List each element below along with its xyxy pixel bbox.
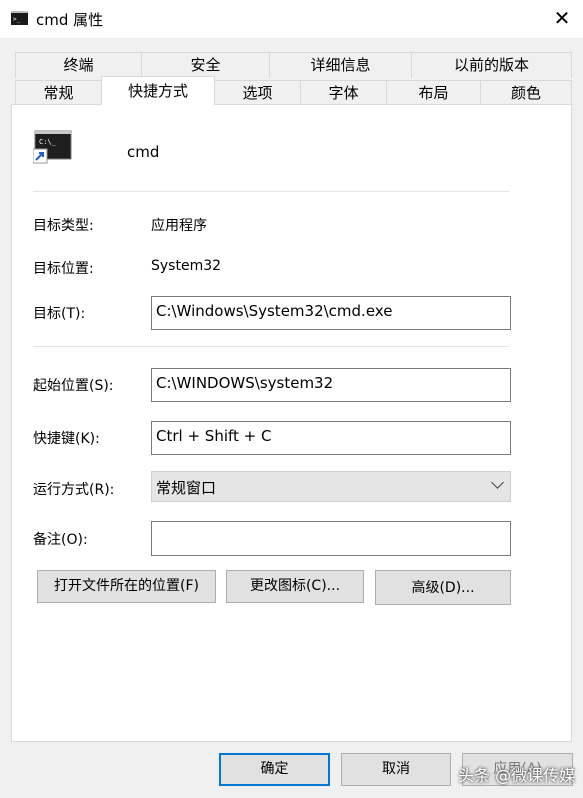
start-in-field[interactable]: C:\WINDOWS\system32: [151, 368, 511, 402]
divider: [33, 191, 509, 192]
tab-previous-versions[interactable]: 以前的版本: [411, 52, 572, 78]
target-location-value: System32: [151, 258, 222, 274]
run-select[interactable]: 常规窗口: [151, 471, 511, 502]
target-field[interactable]: C:\Windows\System32\cmd.exe: [151, 296, 511, 330]
tab-label: 颜色: [510, 84, 541, 102]
chevron-down-icon: [491, 476, 504, 489]
tab-general[interactable]: 常规: [15, 80, 102, 105]
target-type-value: 应用程序: [151, 218, 207, 234]
title-bar: >_ cmd 属性 ✕: [0, 0, 583, 38]
tab-terminal[interactable]: 终端: [15, 52, 142, 78]
tab-label: 字体: [328, 84, 359, 102]
tab-label: 常规: [43, 84, 74, 102]
svg-text:C:\_: C:\_: [39, 138, 57, 146]
tab-label: 安全: [190, 56, 221, 74]
tab-details[interactable]: 详细信息: [269, 52, 412, 78]
console-app-icon: >_: [11, 11, 28, 25]
ok-button[interactable]: 确定: [219, 753, 330, 786]
cancel-button[interactable]: 取消: [341, 753, 451, 786]
divider: [33, 346, 509, 347]
tab-label: 以前的版本: [453, 56, 529, 74]
button-label: 取消: [382, 761, 410, 777]
advanced-button[interactable]: 高级(D)...: [375, 570, 511, 605]
console-shortcut-icon: C:\_: [33, 130, 72, 164]
run-select-value: 常规窗口: [156, 479, 217, 497]
change-icon-button[interactable]: 更改图标(C)...: [226, 570, 364, 603]
close-icon: ✕: [553, 6, 571, 30]
tab-options[interactable]: 选项: [214, 80, 301, 105]
start-in-field-value: C:\WINDOWS\system32: [156, 374, 334, 392]
tab-security[interactable]: 安全: [141, 52, 270, 78]
tab-font[interactable]: 字体: [300, 80, 387, 105]
target-field-value: C:\Windows\System32\cmd.exe: [156, 302, 393, 320]
tab-label: 选项: [242, 84, 273, 102]
tab-label: 快捷方式: [127, 82, 188, 100]
target-label: 目标(T):: [33, 306, 86, 322]
shortcut-panel: C:\_ cmd 目标类型: 应用程序 目标位置: System32 目标(T)…: [11, 104, 572, 742]
button-label: 更改图标(C)...: [249, 578, 341, 594]
watermark: 头条 @微课传媒: [458, 766, 576, 785]
target-location-label: 目标位置:: [33, 261, 94, 277]
shortcut-name: cmd: [127, 143, 160, 161]
hotkey-field-value: Ctrl + Shift + C: [156, 427, 272, 445]
start-in-label: 起始位置(S):: [33, 378, 114, 394]
comment-label: 备注(O):: [33, 532, 88, 548]
svg-text:>_: >_: [13, 16, 21, 23]
tab-label: 终端: [63, 56, 94, 74]
run-label: 运行方式(R):: [33, 482, 115, 498]
comment-field[interactable]: [151, 521, 511, 556]
tab-label: 详细信息: [310, 56, 371, 74]
tab-colors[interactable]: 颜色: [480, 80, 572, 105]
open-file-location-button[interactable]: 打开文件所在的位置(F): [37, 570, 216, 603]
close-button[interactable]: ✕: [548, 6, 576, 30]
tab-shortcut[interactable]: 快捷方式: [101, 76, 215, 105]
target-type-label: 目标类型:: [33, 218, 94, 234]
button-label: 打开文件所在的位置(F): [54, 578, 199, 594]
button-label: 高级(D)...: [411, 580, 475, 596]
tab-layout[interactable]: 布局: [386, 80, 481, 105]
tab-label: 布局: [418, 84, 449, 102]
hotkey-label: 快捷键(K):: [33, 431, 100, 447]
hotkey-field[interactable]: Ctrl + Shift + C: [151, 421, 511, 455]
button-label: 确定: [260, 761, 289, 777]
window-title: cmd 属性: [36, 11, 104, 29]
